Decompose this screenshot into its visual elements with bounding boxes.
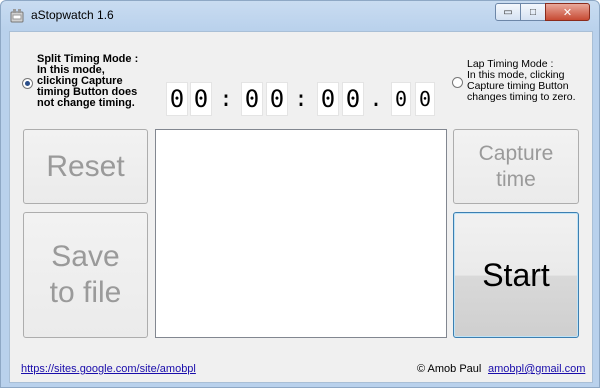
website-link[interactable]: https://sites.google.com/site/amobpl	[21, 363, 196, 375]
title-bar[interactable]: aStopwatch 1.6 ▭ □ ✕	[1, 1, 599, 29]
maximize-icon: □	[529, 6, 537, 18]
client-area: Split Timing Mode : In this mode, clicki…	[9, 31, 593, 383]
timer-second-tens: 0	[317, 82, 339, 116]
lap-mode-radio[interactable]	[452, 77, 463, 88]
stopwatch-icon	[10, 9, 24, 23]
timer-decimal-point: .	[369, 86, 383, 112]
capture-label: Capture	[478, 141, 554, 165]
minimize-button[interactable]: ▭	[495, 3, 521, 21]
split-mode-radio[interactable]	[22, 78, 33, 89]
save-label: Save	[51, 240, 120, 273]
app-window: aStopwatch 1.6 ▭ □ ✕ Split Timing Mode :…	[0, 0, 600, 388]
timer-second-ones: 0	[342, 82, 364, 116]
timer-centisecond-ones: 0	[415, 82, 435, 116]
timer-hour-ones: 0	[190, 82, 212, 116]
capture-time-button[interactable]: Capture time	[453, 129, 579, 204]
split-mode-line: not change timing.	[37, 97, 135, 109]
timer-minute-tens: 0	[241, 82, 263, 116]
maximize-button[interactable]: □	[520, 3, 546, 21]
split-mode-description[interactable]: Split Timing Mode : In this mode, clicki…	[37, 54, 138, 109]
copyright-text: © Amob Paul	[417, 363, 482, 375]
email-link[interactable]: amobpl@gmail.com	[488, 363, 585, 375]
timer-separator: :	[219, 86, 233, 112]
window-title: aStopwatch 1.6	[31, 8, 114, 22]
save-to-file-button[interactable]: Save to file	[23, 212, 148, 338]
timer-minute-ones: 0	[266, 82, 288, 116]
lap-mode-description[interactable]: Lap Timing Mode : In this mode, clicking…	[467, 59, 576, 103]
reset-label: Reset	[46, 149, 125, 183]
capture-label: time	[496, 167, 536, 191]
capture-log-area[interactable]	[155, 129, 447, 338]
start-button[interactable]: Start	[453, 212, 579, 338]
start-label: Start	[482, 256, 550, 293]
timer-hour-tens: 0	[166, 82, 188, 116]
timer-centisecond-tens: 0	[391, 82, 411, 116]
minimize-icon: ▭	[503, 6, 513, 18]
save-label: to file	[49, 276, 122, 309]
close-icon: ✕	[562, 6, 573, 19]
reset-button[interactable]: Reset	[23, 129, 148, 204]
lap-mode-line: changes timing to zero.	[467, 91, 576, 103]
close-button[interactable]: ✕	[545, 3, 590, 21]
timer-separator: :	[294, 86, 308, 112]
